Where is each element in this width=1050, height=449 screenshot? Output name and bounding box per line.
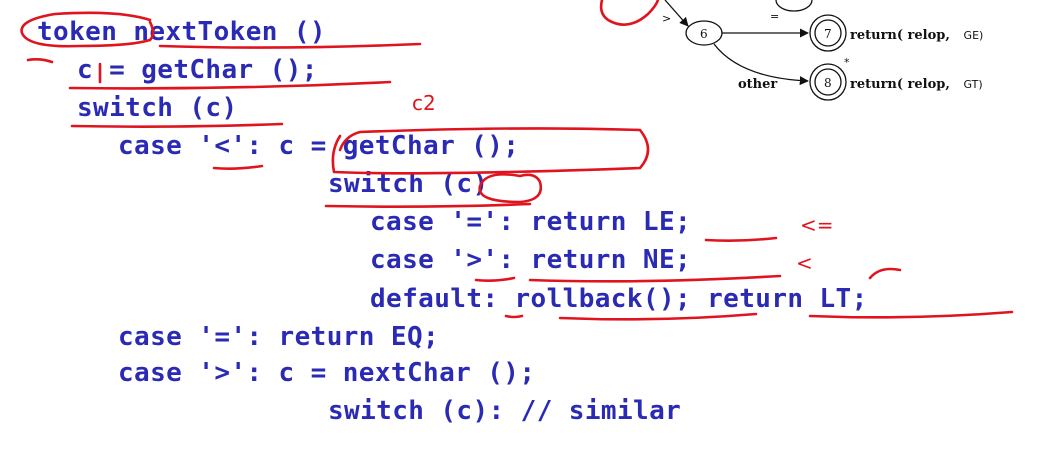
ink-underline-gt — [474, 276, 516, 282]
ink-circle-token — [20, 11, 155, 48]
ink-underline-getchar — [68, 80, 392, 90]
ink-diagram-bracket — [599, 0, 660, 26]
ink-annotations: c2 <= < — [20, 0, 1014, 321]
ink-underline-ne — [528, 274, 782, 283]
ink-underline-inner-switch — [324, 202, 532, 208]
ink-underline-return-lt — [808, 310, 1014, 319]
ink-box-getchar — [331, 127, 650, 175]
ink-underline-switch — [70, 122, 284, 128]
ink-underline-rollback — [558, 312, 758, 321]
ink-underline-le — [704, 236, 778, 242]
ink-circle-c — [478, 173, 543, 204]
ink-note-c2: c2 — [412, 91, 436, 115]
ink-underline-default — [504, 314, 524, 319]
ink-hook — [868, 267, 902, 280]
ink-note-lt: < — [796, 251, 813, 275]
ink-underline-nexttoken — [158, 42, 422, 49]
ink-note-le: <= — [800, 213, 834, 237]
ink-underline-lt — [212, 164, 264, 170]
ink-underline-token — [26, 58, 54, 64]
